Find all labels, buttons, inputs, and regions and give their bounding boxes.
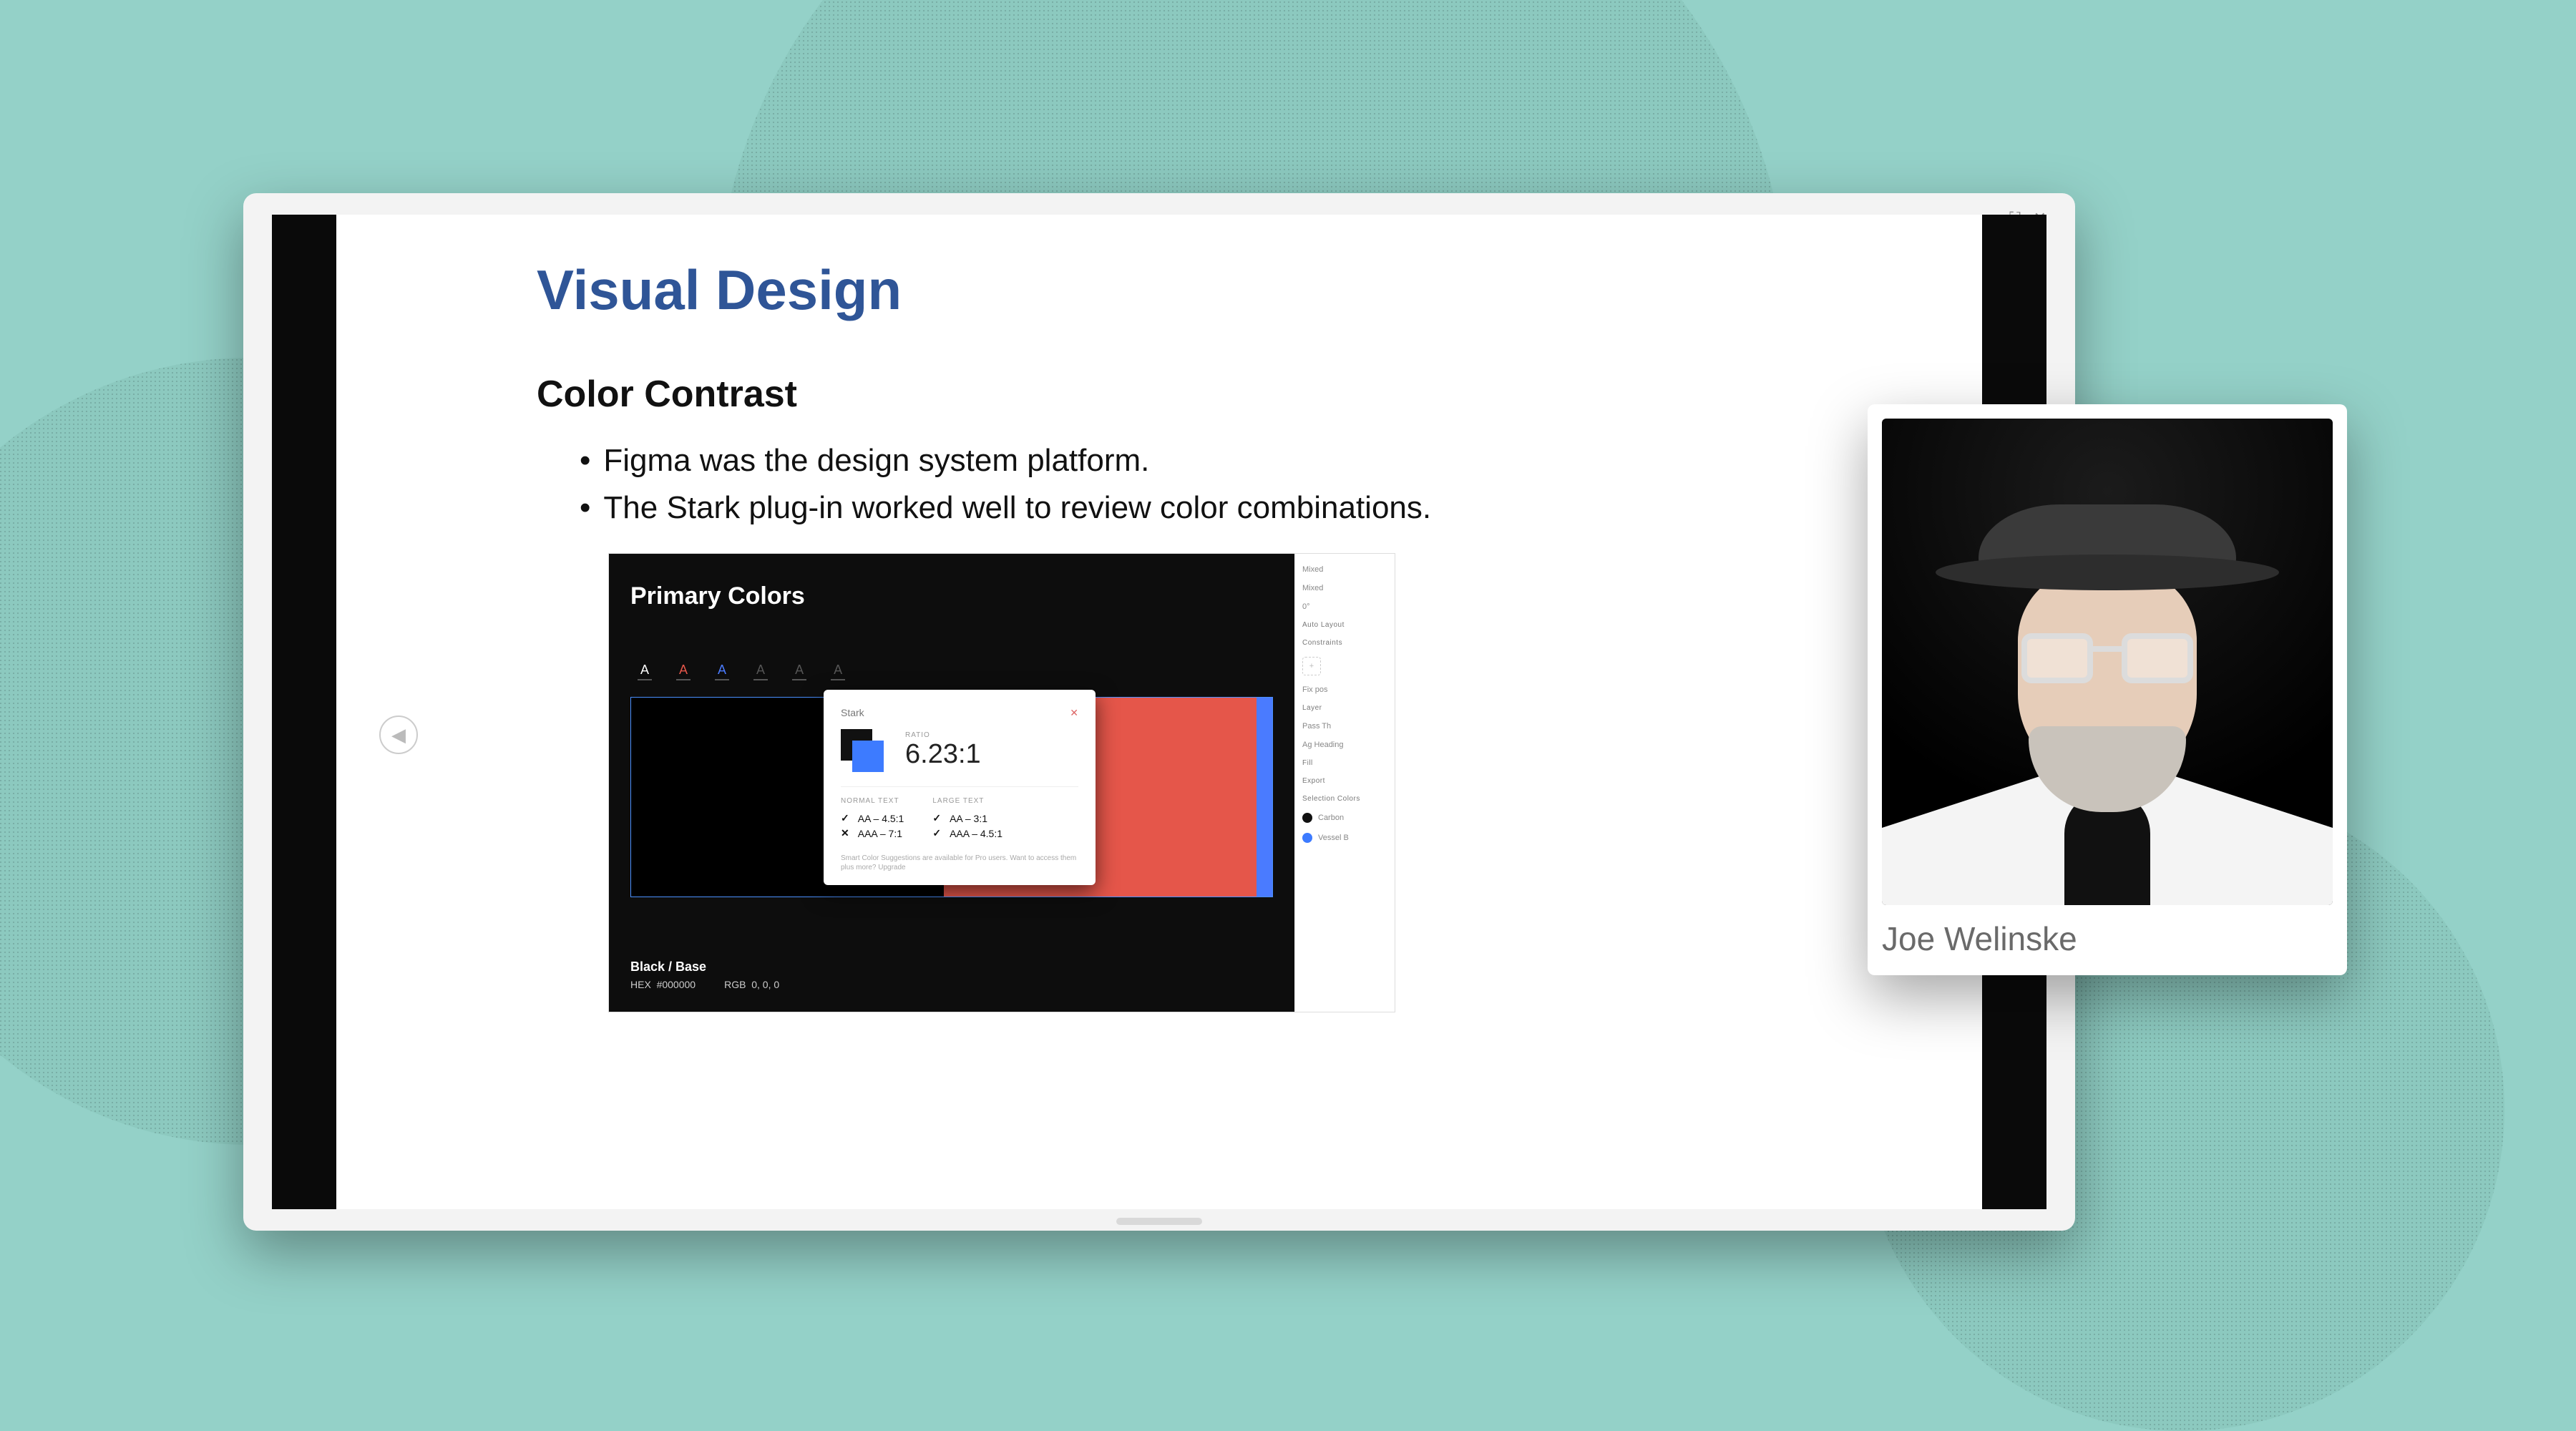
stark-large-aaa: AAA – 4.5:1 (932, 827, 1002, 839)
slide-subtitle: Color Contrast (537, 373, 1860, 416)
presentation-window: ··· ⛶ ✕ ◀ Visual Design Color Contrast F… (243, 193, 2075, 1231)
slide-bullets: Figma was the design system platform. Th… (580, 437, 1860, 532)
stark-swatch-blue (852, 741, 884, 772)
rgb-value: 0, 0, 0 (751, 979, 779, 990)
color-name: Black / Base (630, 959, 779, 975)
sel-color-name: Vessel B (1318, 834, 1349, 842)
speaker-name: Joe Welinske (1882, 919, 2333, 958)
prop-layer-label: Layer (1302, 704, 1387, 712)
glasses-bridge (2093, 646, 2122, 652)
slide-stage: ◀ Visual Design Color Contrast Figma was… (272, 215, 2046, 1209)
prop-mixed: Mixed (1302, 584, 1387, 592)
figma-properties-panel: Mixed Mixed 0° Auto Layout Constraints +… (1294, 554, 1395, 1012)
prop-fix-position: Fix pos (1302, 685, 1387, 694)
chevron-left-icon: ◀ (391, 724, 406, 746)
horizontal-scroll-thumb[interactable] (1116, 1218, 1202, 1225)
hex-value: #000000 (657, 979, 696, 990)
prop-export-label: Export (1302, 777, 1387, 785)
color-dot-icon (1302, 833, 1312, 843)
color-dot-icon (1302, 813, 1312, 823)
figma-canvas: Primary Colors A A A A A A (609, 554, 1294, 1012)
stark-large-aa: AA – 3:1 (932, 812, 1002, 824)
stark-ratio-label: RATIO (905, 731, 981, 739)
prop-selection-colors: Selection Colors (1302, 795, 1387, 803)
stark-large-title: LARGE TEXT (932, 797, 1002, 805)
prop-constraints-label: Constraints (1302, 639, 1387, 647)
glasses-lens-icon (2122, 633, 2193, 683)
stark-title: Stark (841, 707, 864, 719)
sel-color-name: Carbon (1318, 814, 1344, 822)
hex-label: HEX (630, 979, 651, 990)
sample-a: A (831, 661, 845, 680)
slide-title: Visual Design (537, 258, 1860, 323)
prop-rotation: 0° (1302, 602, 1387, 611)
speaker-card: Joe Welinske (1868, 404, 2347, 975)
constraints-box-icon[interactable]: + (1302, 657, 1321, 675)
prop-pass-through: Pass Th (1302, 722, 1387, 731)
bullet-item: Figma was the design system platform. (580, 437, 1860, 484)
stark-normal-title: NORMAL TEXT (841, 797, 904, 805)
speaker-glasses (2021, 633, 2193, 683)
stark-close-icon[interactable]: ✕ (1070, 707, 1078, 719)
bullet-item: The Stark plug-in worked well to review … (580, 484, 1860, 532)
speaker-hat (1979, 504, 2236, 576)
color-meta: Black / Base HEX #000000 RGB 0, 0, 0 (630, 959, 779, 990)
speaker-video (1882, 419, 2333, 905)
stark-normal-aa: AA – 4.5:1 (841, 812, 904, 824)
swatch-blue (1257, 698, 1272, 897)
inset-screenshot: Primary Colors A A A A A A (608, 553, 1395, 1012)
inset-panel-title: Primary Colors (630, 582, 1273, 610)
stark-ratio-value: 6.23:1 (905, 739, 981, 770)
rgb-label: RGB (724, 979, 746, 990)
sample-a: A (715, 661, 729, 680)
sample-a: A (753, 661, 768, 680)
stark-swatch-pair (841, 729, 884, 772)
glasses-lens-icon (2021, 633, 2093, 683)
previous-slide-button[interactable]: ◀ (379, 716, 418, 754)
prop-mixed: Mixed (1302, 565, 1387, 574)
prop-fill-label: Fill (1302, 759, 1387, 767)
text-sample-row: A A A A A A (638, 661, 845, 680)
sample-a: A (676, 661, 691, 680)
slide: ◀ Visual Design Color Contrast Figma was… (336, 215, 1982, 1209)
pillarbox-left (272, 215, 336, 1209)
sample-a: A (792, 661, 806, 680)
stark-normal-aaa: AAA – 7:1 (841, 827, 904, 839)
stark-contrast-popup: Stark ✕ RATIO 6.23:1 (824, 690, 1096, 885)
stark-footer-note: Smart Color Suggestions are available fo… (841, 854, 1078, 872)
sample-a: A (638, 661, 652, 680)
prop-text-style: Ag Heading (1302, 741, 1387, 749)
prop-autolayout-label: Auto Layout (1302, 621, 1387, 629)
